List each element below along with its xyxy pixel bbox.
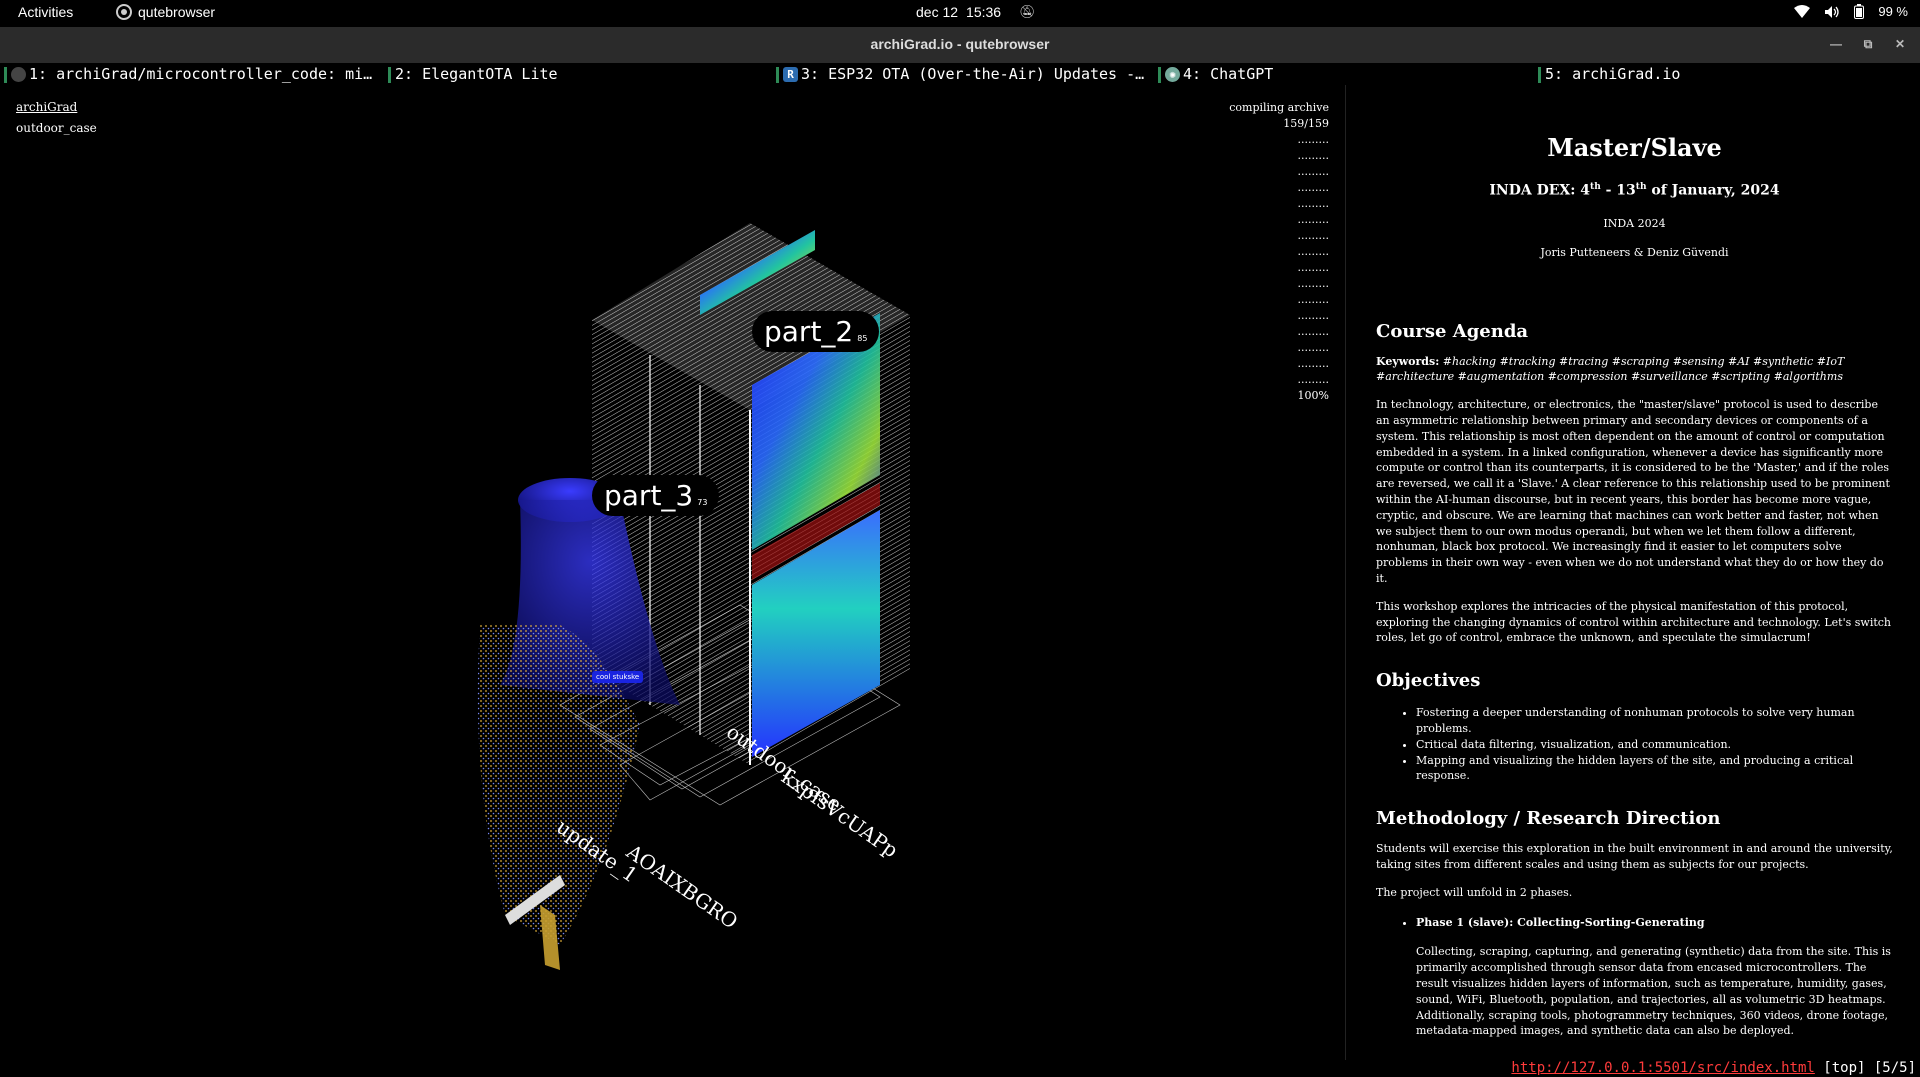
article-title: Master/Slave <box>1547 133 1722 162</box>
activities-button[interactable]: Activities <box>18 4 73 20</box>
list-item: Mapping and visualizing the hidden layer… <box>1416 753 1893 785</box>
part-2-count: 85 <box>857 334 868 343</box>
app-menu-label: qutebrowser <box>138 4 216 20</box>
objectives-list: Fostering a deeper understanding of nonh… <box>1376 705 1893 784</box>
agenda-paragraph-1: In technology, architecture, or electron… <box>1376 398 1890 586</box>
app-menu[interactable]: qutebrowser <box>116 4 215 20</box>
clock[interactable]: dec 12 15:36 🔕︎ <box>916 4 1036 20</box>
tab-2-label: 2: ElegantOTA Lite <box>395 65 558 83</box>
part-3-label[interactable]: part_3 73 <box>592 475 720 516</box>
tab-2[interactable]: 2: ElegantOTA Lite <box>388 63 768 85</box>
tab-bar: 1: archiGrad/microcontroller_code: mi… 2… <box>0 63 1920 85</box>
minimize-icon[interactable]: — <box>1826 34 1846 54</box>
tab-indicator <box>4 66 7 83</box>
tab-indicator <box>388 66 391 83</box>
part-2-name: part_2 <box>764 315 854 348</box>
floor-label: kxpfsVcUAPp <box>777 764 903 862</box>
heading-course-agenda: Course Agenda <box>1376 320 1529 342</box>
status-url[interactable]: http://127.0.0.1:5501/src/index.html <box>1511 1060 1814 1076</box>
tab-indicator <box>1538 66 1541 83</box>
heading-methodology: Methodology / Research Direction <box>1376 808 1721 830</box>
phase-1-body: Collecting, scraping, capturing, and gen… <box>1416 945 1891 1038</box>
clock-time: 15:36 <box>966 4 1002 20</box>
floor-label: AOAIXBGRO <box>621 839 742 934</box>
clock-date: dec 12 <box>916 4 959 20</box>
battery-percentage: 99 % <box>1878 4 1908 19</box>
annotation-chip[interactable]: cool stukske <box>592 671 644 683</box>
breadcrumb-archigrad[interactable]: archiGrad <box>16 100 77 114</box>
chatgpt-icon: ✺ <box>1165 67 1180 82</box>
list-item: Fostering a deeper understanding of nonh… <box>1416 705 1893 737</box>
tab-5-label: 5: archiGrad.io <box>1545 65 1681 83</box>
keywords: Keywords: #hacking #tracking #tracing #s… <box>1376 354 1845 384</box>
3d-viewport[interactable]: update_1 AOAIXBGRO outdoor_case kxpfsVcU… <box>0 85 1345 1060</box>
progress-dots: ........................................… <box>1297 133 1329 386</box>
window-title-bar[interactable]: archiGrad.io - qutebrowser — ⧉ ✕ <box>0 27 1920 63</box>
status-bar: http://127.0.0.1:5501/src/index.html [to… <box>0 1060 1920 1077</box>
volume-icon <box>1825 5 1840 18</box>
notifications-muted-icon: 🔕︎ <box>1019 4 1036 19</box>
list-item: Phase 1 (slave): Collecting-Sorting-Gene… <box>1416 915 1893 1040</box>
window-title: archiGrad.io - qutebrowser <box>870 36 1050 52</box>
system-top-bar: Activities qutebrowser dec 12 15:36 🔕︎ 9… <box>0 0 1920 27</box>
tab-5-active[interactable]: 5: archiGrad.io <box>1538 63 1918 85</box>
qutebrowser-icon <box>116 4 132 20</box>
tab-1-label: 1: archiGrad/microcontroller_code: mi… <box>29 65 373 83</box>
github-icon <box>11 67 26 82</box>
breadcrumb-outdoor-case: outdoor_case <box>16 121 97 135</box>
maximize-icon[interactable]: ⧉ <box>1858 34 1878 54</box>
tab-3[interactable]: R 3: ESP32 OTA (Over-the-Air) Updates -… <box>776 63 1156 85</box>
progress-count: 159/159 <box>1283 117 1329 130</box>
part-3-name: part_3 <box>604 479 694 512</box>
list-item: Critical data filtering, visualization, … <box>1416 737 1893 753</box>
article-panel[interactable]: Master/Slave INDA DEX: 4th - 13th of Jan… <box>1345 85 1920 1060</box>
article-course-code: INDA 2024 <box>1603 216 1666 230</box>
article-subtitle: INDA DEX: 4th - 13th of January, 2024 <box>1489 182 1780 199</box>
tab-indicator <box>1158 66 1161 83</box>
tab-4[interactable]: ✺ 4: ChatGPT <box>1158 63 1538 85</box>
point-cloud-scene[interactable]: update_1 AOAIXBGRO outdoor_case kxpfsVcU… <box>0 85 1345 1060</box>
archive-progress: compiling archive 159/159 ..............… <box>1229 100 1329 404</box>
system-tray[interactable]: 99 % <box>1794 4 1908 19</box>
method-paragraph-2: The project will unfold in 2 phases. <box>1376 885 1573 899</box>
part-2-label[interactable]: part_2 85 <box>752 311 880 352</box>
battery-icon <box>1854 4 1865 19</box>
progress-percent: 100% <box>1297 389 1329 402</box>
phases-list: Phase 1 (slave): Collecting-Sorting-Gene… <box>1376 915 1893 1040</box>
close-icon[interactable]: ✕ <box>1890 34 1910 54</box>
part-3-count: 73 <box>697 498 708 507</box>
tab-3-label: 3: ESP32 OTA (Over-the-Air) Updates -… <box>801 65 1145 83</box>
method-paragraph-1: Students will exercise this exploration … <box>1376 842 1893 871</box>
phase-1-title: Phase 1 (slave): Collecting-Sorting-Gene… <box>1416 915 1705 929</box>
heading-objectives: Objectives <box>1376 670 1481 692</box>
tab-4-label: 4: ChatGPT <box>1183 65 1274 83</box>
status-position: [top] [5/5] <box>1823 1060 1916 1076</box>
article-authors: Joris Putteneers & Deniz Güvendi <box>1540 245 1729 259</box>
wifi-icon <box>1794 4 1811 18</box>
agenda-paragraph-2: This workshop explores the intricacies o… <box>1376 599 1892 645</box>
tab-1[interactable]: 1: archiGrad/microcontroller_code: mi… <box>4 63 382 85</box>
tab-indicator <box>776 66 779 83</box>
status-right: http://127.0.0.1:5501/src/index.html [to… <box>1511 1060 1916 1077</box>
progress-label: compiling archive <box>1229 101 1329 114</box>
r-icon: R <box>783 67 798 82</box>
